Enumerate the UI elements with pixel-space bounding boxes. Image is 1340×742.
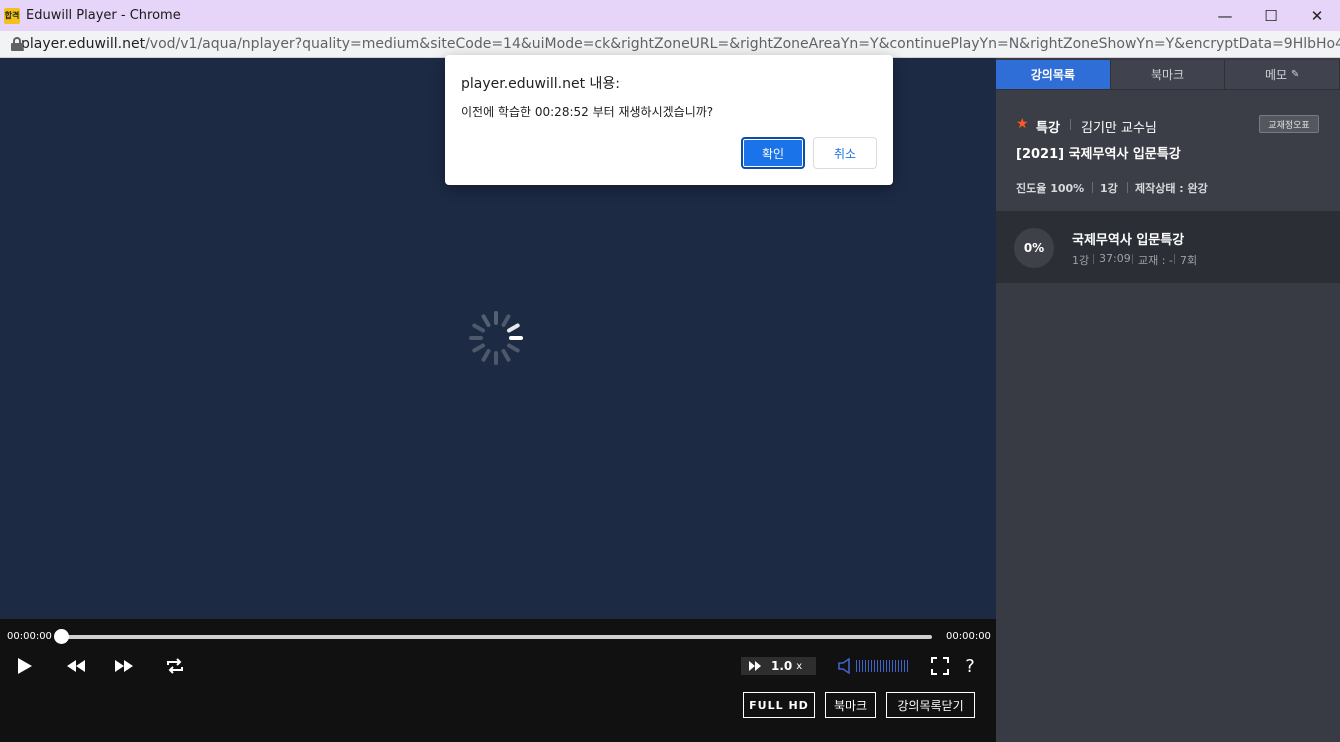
course-status: 제작상태 : 완강 (1135, 182, 1208, 195)
lecture-length: 37:09 (1099, 252, 1131, 265)
volume-level-bars[interactable] (856, 660, 908, 672)
dialog-message: 이전에 학습한 00:28:52 부터 재생하시겠습니까? (461, 105, 714, 119)
speaker-icon (838, 658, 850, 674)
panel-tabs: 강의목록 북마크 메모 ✎ (996, 60, 1340, 90)
close-window-button[interactable]: ✕ (1294, 0, 1340, 31)
duration-time: 00:00:00 (946, 631, 991, 642)
speed-value: 1.0 (771, 659, 793, 673)
course-teacher: 김기만 교수님 (1081, 121, 1157, 136)
lecture-title[interactable]: 국제무역사 입문특강 (1072, 229, 1184, 248)
minimize-button[interactable]: — (1202, 0, 1248, 31)
playback-speed-control[interactable]: 1.0 x (741, 657, 816, 675)
volume-control[interactable] (838, 657, 908, 675)
repeat-icon (167, 658, 183, 674)
bookmark-button[interactable]: 북마크 (825, 692, 876, 718)
divider (1092, 182, 1093, 193)
tab-bookmark[interactable]: 북마크 (1110, 60, 1226, 90)
fullscreen-icon (931, 657, 949, 675)
tab-bookmark-label: 북마크 (1150, 68, 1185, 82)
repeat-button[interactable] (163, 655, 187, 677)
fast-forward-icon (115, 660, 133, 672)
lecture-views: 7회 (1180, 254, 1198, 267)
divider (1070, 119, 1071, 130)
speed-unit: x (796, 660, 803, 672)
star-icon: ★ (1016, 116, 1029, 132)
resume-confirm-dialog: player.eduwill.net 내용: 이전에 학습한 00:28:52 … (445, 55, 893, 185)
divider (1093, 254, 1094, 264)
confirm-button[interactable]: 확인 (741, 137, 805, 169)
fullscreen-button[interactable] (929, 655, 951, 677)
textbook-errata-button[interactable]: 교재정오표 (1259, 115, 1319, 133)
rewind-icon (67, 660, 85, 672)
course-progress: 진도율 100% (1016, 182, 1085, 195)
tab-lecture-list-label: 강의목록 (1030, 68, 1075, 82)
pencil-icon: ✎ (1291, 69, 1300, 80)
fast-forward-button[interactable] (112, 655, 136, 677)
right-panel: 강의목록 북마크 메모 ✎ ★ 특강 김기만 교수님 교재정오표 [2021] 국… (996, 58, 1340, 742)
divider (1132, 254, 1133, 264)
url-text[interactable]: player.eduwill.net/vod/v1/aqua/nplayer?q… (21, 36, 1340, 52)
close-lecture-list-button[interactable]: 강의목록닫기 (886, 692, 975, 718)
tab-lecture-list[interactable]: 강의목록 (996, 60, 1111, 90)
window-title: Eduwill Player - Chrome (26, 8, 181, 23)
lecture-number: 1강 (1072, 254, 1090, 267)
full-hd-button[interactable]: FULL HD (743, 692, 815, 718)
play-button[interactable] (14, 655, 36, 677)
dialog-title: player.eduwill.net 내용: (461, 76, 621, 92)
course-info: ★ 특강 김기만 교수님 교재정오표 [2021] 국제무역사 입문특강 진도율… (996, 90, 1340, 211)
seek-bar[interactable] (60, 635, 932, 639)
window-controls: — ☐ ✕ (1202, 0, 1340, 31)
divider (1174, 254, 1175, 264)
tab-memo-label: 메모 (1264, 68, 1288, 82)
player-controls: 00:00:00 00:00:00 1.0 x ? FULL HD 북마크 강의목… (0, 619, 996, 742)
course-category: 특강 (1036, 121, 1060, 136)
url-host: player.eduwill.net (21, 36, 146, 52)
lecture-textbook: 교재 : - (1138, 254, 1173, 267)
course-title: [2021] 국제무역사 입문특강 (1016, 147, 1181, 162)
window-titlebar: 합격 Eduwill Player - Chrome — ☐ ✕ (0, 0, 1340, 31)
seek-handle[interactable] (54, 629, 69, 644)
address-bar[interactable]: player.eduwill.net/vod/v1/aqua/nplayer?q… (0, 31, 1340, 58)
play-icon (18, 658, 32, 674)
maximize-button[interactable]: ☐ (1248, 0, 1294, 31)
divider (1127, 182, 1128, 193)
lecture-progress-circle: 0% (1014, 228, 1054, 268)
current-time: 00:00:00 (7, 631, 52, 642)
rewind-button[interactable] (64, 655, 88, 677)
app-logo-icon: 합격 (4, 7, 20, 24)
help-button[interactable]: ? (961, 655, 979, 677)
course-lecture-count: 1강 (1100, 182, 1118, 195)
loading-spinner-icon (469, 311, 523, 365)
cancel-button[interactable]: 취소 (813, 137, 877, 169)
tab-memo[interactable]: 메모 ✎ (1225, 60, 1340, 90)
url-path: /vod/v1/aqua/nplayer?quality=medium&site… (145, 36, 1340, 52)
lecture-list-item[interactable]: 0% 국제무역사 입문특강 1강 37:09 교재 : - 7회 (996, 211, 1340, 283)
speed-icon (749, 661, 761, 671)
